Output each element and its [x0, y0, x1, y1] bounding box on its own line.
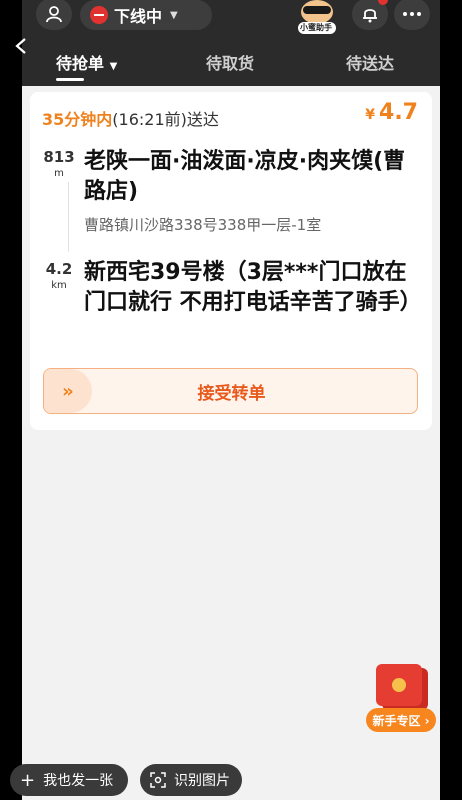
back-button[interactable] — [12, 36, 32, 56]
share-button-label: 我也发一张 — [43, 773, 114, 789]
red-envelope-icon — [376, 664, 422, 706]
recognize-image-label: 识别图片 — [174, 773, 230, 789]
accept-transfer-label: 接受转单 — [197, 383, 266, 404]
double-chevron-right-icon: » — [62, 380, 74, 402]
active-tab-indicator — [56, 78, 84, 81]
delivery-time-deadline: (16:21前)送达 — [112, 110, 219, 129]
profile-button[interactable] — [36, 0, 72, 30]
destination-distance: 4.2 km — [42, 260, 76, 291]
order-tabs: 待抢单 ▼ 待取货 待送达 — [22, 48, 440, 86]
shop-name: 老陕一面·油泼面·凉皮·肉夹馍(曹路店) — [84, 149, 406, 204]
destination-address: 新西宅39号楼（3层***门口放在门口就行 不用打电话辛苦了骑手） — [84, 260, 422, 315]
plus-icon: + — [20, 769, 36, 791]
price-value: 4.7 — [379, 100, 418, 125]
newbie-zone-label: 新手专区 › — [366, 708, 436, 732]
delivery-time-highlight: 35分钟内 — [42, 110, 113, 129]
share-button[interactable]: + 我也发一张 — [10, 764, 128, 796]
assistant-mascot[interactable]: 小蜜助手 — [294, 0, 340, 34]
chevron-down-icon: ▼ — [170, 9, 178, 21]
newbie-zone-promo[interactable]: 新手专区 › — [366, 664, 436, 734]
more-icon — [402, 11, 422, 17]
tab-pending-pickup[interactable]: 待取货 — [206, 50, 254, 74]
slider-handle[interactable]: » — [44, 369, 92, 413]
assistant-label: 小蜜助手 — [300, 23, 332, 32]
recognize-image-button[interactable]: 识别图片 — [140, 764, 242, 796]
back-icon — [15, 38, 26, 54]
delivery-time: 35分钟内(16:21前)送达 — [42, 106, 219, 130]
online-status-toggle[interactable]: 下线中 ▼ — [80, 0, 212, 30]
tab-pending-grab[interactable]: 待抢单 ▼ — [56, 50, 117, 74]
more-button[interactable] — [394, 0, 430, 30]
notification-badge — [378, 0, 388, 5]
status-label: 下线中 — [114, 7, 163, 26]
offline-icon — [90, 6, 108, 24]
bell-icon — [360, 4, 380, 24]
tab-pending-delivery[interactable]: 待送达 — [346, 50, 394, 74]
order-price: ¥4.7 — [365, 100, 418, 125]
notifications-button[interactable] — [352, 0, 388, 30]
price-symbol: ¥ — [365, 107, 376, 123]
shop-distance-value: 813 — [43, 148, 75, 166]
scan-icon — [150, 772, 166, 788]
order-card[interactable]: 35分钟内(16:21前)送达 ¥4.7 813 m 老陕一面·油泼面·凉皮·肉… — [30, 92, 432, 430]
shop-address: 曹路镇川沙路338号338甲一层-1室 — [84, 216, 322, 234]
app-screen: 下线中 ▼ 小蜜助手 待抢单 ▼ 待取货 待送达 35分钟内(16:21前)送达… — [22, 0, 440, 800]
destination-distance-unit: km — [51, 280, 67, 291]
shop-distance-unit: m — [54, 168, 64, 179]
shop-distance: 813 m — [42, 148, 76, 179]
destination-distance-value: 4.2 — [45, 260, 73, 278]
top-header: 下线中 ▼ 小蜜助手 待抢单 ▼ 待取货 待送达 — [22, 0, 440, 86]
route-line — [68, 182, 69, 252]
user-icon — [44, 4, 64, 24]
accept-transfer-slider[interactable]: 接受转单 » — [43, 368, 418, 414]
